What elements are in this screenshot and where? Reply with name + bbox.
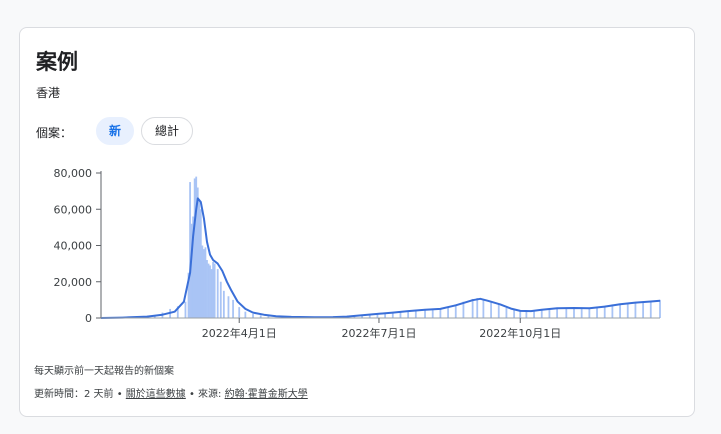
case-bar	[439, 309, 442, 318]
total-cases-chip[interactable]: 總計	[141, 117, 193, 145]
cases-chart: 0 20,000 40,000 60,000 80,000 2022年4月1日 2022年7…	[54, 167, 661, 340]
case-bar	[198, 200, 201, 318]
y-tick-label: 60,000	[54, 203, 93, 216]
case-bar	[431, 309, 434, 318]
case-bar	[399, 312, 402, 318]
case-bar	[195, 176, 198, 318]
case-bar	[216, 269, 219, 318]
case-bar	[649, 300, 652, 318]
case-bar	[659, 299, 661, 318]
case-bar	[619, 303, 621, 318]
case-bar	[482, 299, 485, 318]
case-bar	[505, 308, 508, 318]
case-bar	[471, 298, 474, 318]
case-bar	[588, 308, 591, 318]
case-bar	[207, 263, 210, 318]
case-bar	[642, 301, 645, 318]
chart-axes: 0 20,000 40,000 60,000 80,000 2022年4月1日 2022年7…	[54, 167, 660, 340]
case-bar	[238, 307, 241, 318]
case-bar	[213, 263, 216, 318]
case-bar	[206, 260, 208, 318]
case-bar	[209, 265, 211, 318]
case-bar	[476, 298, 479, 318]
case-bar	[447, 307, 449, 318]
chart-trend-line	[100, 197, 661, 319]
about-data-link[interactable]: 關於這些數據	[126, 389, 186, 400]
source-link[interactable]: 約翰·霍普金斯大學	[225, 389, 308, 400]
case-bar	[497, 304, 500, 318]
y-tick-label: 80,000	[54, 167, 93, 180]
update-info: 更新時間：2 天前 • 關於這些數據 • 來源: 約翰·霍普金斯大學	[34, 385, 308, 400]
case-bar	[199, 209, 202, 318]
case-bar	[219, 281, 222, 318]
case-bar	[634, 302, 637, 318]
region-name: 香港	[36, 86, 61, 100]
case-bar	[513, 309, 516, 318]
case-bar	[573, 308, 575, 318]
x-tick-label: 2022年7月1日	[341, 326, 416, 340]
case-bar	[525, 311, 528, 318]
case-bar	[227, 296, 230, 318]
case-bar	[193, 178, 196, 318]
case-bar	[202, 249, 205, 318]
y-tick-label: 20,000	[54, 276, 93, 289]
case-bar	[490, 302, 492, 318]
case-bar	[556, 307, 559, 318]
y-tick-label: 40,000	[54, 240, 93, 253]
x-tick-label: 2022年10月1日	[479, 326, 561, 340]
case-bar	[232, 299, 234, 318]
chart-bars	[113, 176, 661, 318]
case-bar	[596, 307, 598, 318]
case-bar	[184, 301, 187, 318]
case-bar	[244, 311, 247, 318]
cases-card: 案例 香港 個案： 新 總計 0 20,000 40,000 60,000 80,000…	[19, 27, 695, 417]
x-tick-label: 2022年4月1日	[202, 326, 277, 340]
seven-day-average-line	[100, 197, 661, 319]
chart-note: 每天顯示前一天起報告的新個案	[34, 366, 174, 377]
case-bar	[565, 307, 568, 318]
cases-toggle-label: 個案：	[36, 126, 73, 140]
card-title: 案例	[36, 50, 78, 74]
case-bar	[533, 310, 535, 318]
case-bar	[252, 314, 254, 318]
case-bar	[212, 261, 215, 318]
case-bar	[201, 245, 204, 318]
case-bar	[519, 311, 522, 318]
new-cases-chip[interactable]: 新	[96, 117, 134, 145]
updated-prefix: 更新時間：2 天前 •	[34, 389, 126, 400]
case-bar	[222, 290, 225, 318]
source-prefix: • 來源:	[185, 389, 225, 400]
case-bar	[189, 182, 191, 318]
y-tick-label: 0	[85, 312, 92, 325]
case-bar	[626, 302, 629, 318]
case-bar	[210, 269, 213, 318]
case-bar	[204, 247, 207, 318]
case-bar	[580, 308, 583, 318]
